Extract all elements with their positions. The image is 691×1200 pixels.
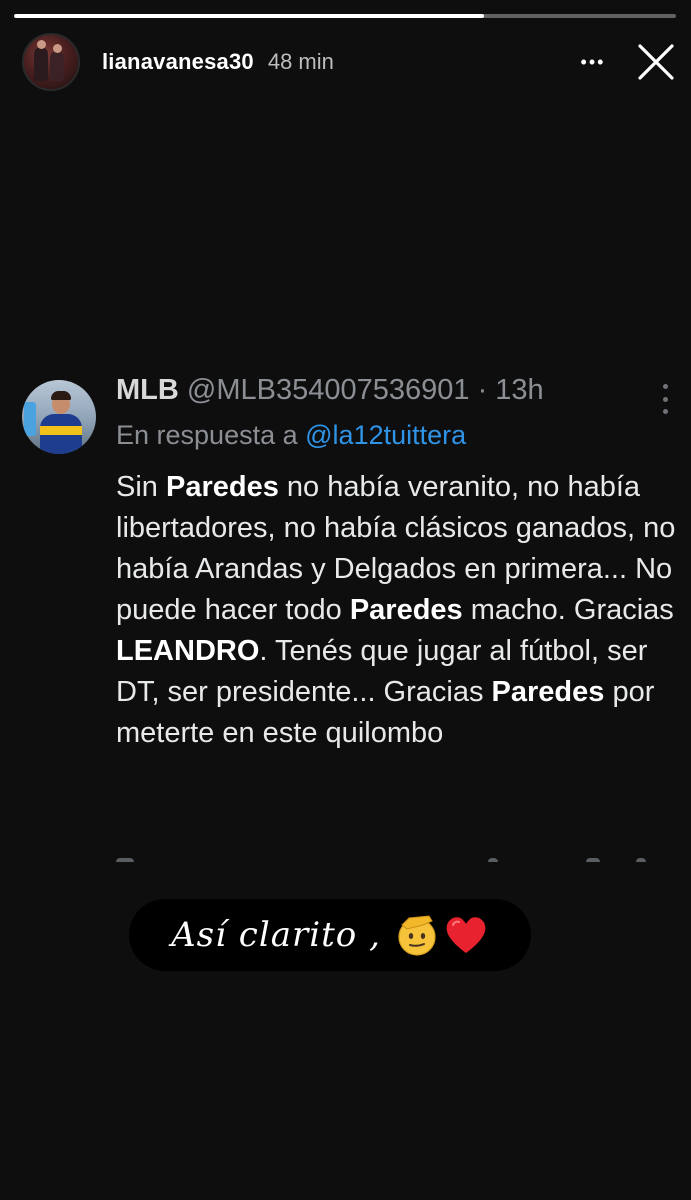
story-progress-fill — [14, 14, 485, 18]
more-options-icon: ••• — [580, 52, 606, 72]
tweet-bold-text: Paredes — [491, 676, 605, 708]
avatar-hair — [51, 391, 71, 400]
caption-sticker: Así clarito , — [129, 899, 531, 971]
red-heart-icon — [446, 917, 486, 953]
avatar-stripe — [40, 426, 82, 435]
reply-line: En respuesta a @la12tuittera — [116, 420, 466, 451]
story-username[interactable]: lianavanesa30 — [102, 49, 254, 75]
tweet-handle: @MLB354007536901 — [186, 374, 470, 406]
tweet-body: Sin Paredes no había veranito, no había … — [116, 467, 676, 754]
tweet-bold-text: Paredes — [349, 594, 463, 626]
avatar-figure — [50, 44, 64, 81]
tweet-separator: · — [477, 374, 488, 406]
tweet-bold-text: LEANDRO — [116, 635, 260, 667]
saluting-face-icon — [398, 915, 436, 956]
tweet-bold-text: Paredes — [165, 471, 279, 503]
reply-mention: @la12tuittera — [305, 420, 467, 450]
tweet-more-icon — [653, 384, 677, 414]
tweet-header: MLB @MLB354007536901 · 13h — [116, 374, 668, 414]
tweet-text: Sin — [116, 471, 166, 503]
close-icon — [638, 44, 674, 80]
tweet-time: 13h — [495, 374, 544, 406]
caption-text: Así clarito , — [171, 915, 381, 955]
more-options-button[interactable]: ••• — [573, 42, 613, 82]
tweet-author-avatar — [22, 380, 96, 454]
close-button[interactable] — [635, 41, 677, 83]
avatar-figure — [34, 40, 48, 81]
tweet-screenshot: MLB @MLB354007536901 · 13h En respuesta … — [22, 372, 677, 872]
story-timestamp: 48 min — [267, 49, 334, 74]
story-header: lianavanesa30 48 min ••• — [22, 32, 677, 92]
story-view[interactable]: lianavanesa30 48 min ••• MLB @MLB3540075… — [0, 0, 691, 1200]
story-progress-bar — [14, 14, 676, 18]
tweet-author-name: MLB — [116, 374, 179, 406]
reply-prefix: En respuesta a — [116, 420, 298, 450]
tweet-cut-off-row — [116, 854, 676, 862]
tweet-text: macho. Gracias — [462, 594, 674, 626]
avatar[interactable] — [22, 33, 80, 91]
avatar-flag — [24, 402, 36, 436]
